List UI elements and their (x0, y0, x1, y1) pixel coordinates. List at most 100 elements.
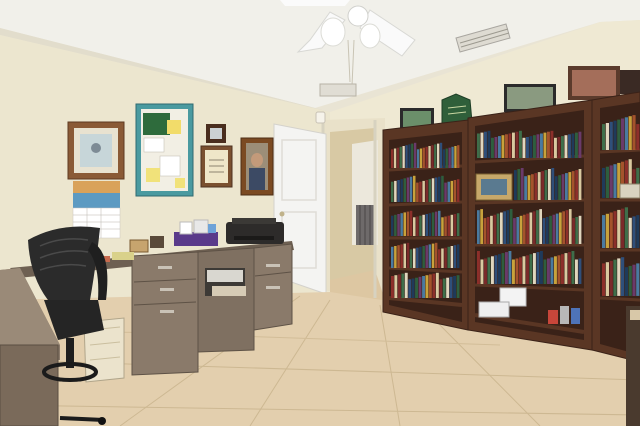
book-spine (457, 145, 460, 168)
book-spine (419, 246, 422, 268)
book-spine (431, 145, 434, 168)
book-spine (552, 214, 556, 244)
book-spine (578, 258, 582, 284)
book-spine (557, 137, 561, 158)
book-spine (451, 146, 454, 168)
book-spine (529, 212, 533, 244)
small-frame (206, 124, 226, 143)
book-spine (602, 263, 606, 296)
book-spine (425, 214, 428, 236)
book-spine (396, 147, 400, 168)
book-spine (437, 143, 440, 168)
book-spine (391, 149, 394, 168)
book-spine (543, 132, 547, 158)
book-spine (536, 252, 540, 284)
book-spine (628, 265, 632, 296)
book-spine (447, 246, 450, 268)
book-spine (480, 132, 484, 158)
book-spine (529, 136, 533, 158)
book-spine (575, 170, 578, 200)
book-spine (397, 245, 400, 268)
book-spine (416, 149, 420, 168)
book-spine (562, 211, 565, 244)
book-spine (444, 247, 447, 268)
book-spine (454, 146, 457, 168)
book-spine (415, 277, 418, 298)
book-spine (431, 243, 435, 268)
book-spine (456, 244, 460, 268)
book-spine (403, 212, 406, 236)
book-spine (406, 242, 410, 268)
office-room-photo (0, 0, 640, 426)
book-spine (522, 137, 526, 158)
book-spine (609, 260, 613, 296)
book-spine (519, 215, 523, 244)
book-spine (540, 133, 543, 158)
book-spine (503, 211, 506, 244)
book-spine (445, 148, 448, 168)
book-spine (617, 258, 621, 296)
book-spine (602, 215, 606, 248)
book-spine (397, 180, 400, 202)
book-spine (431, 178, 435, 202)
book-spine (400, 213, 403, 236)
book-spine (522, 214, 526, 244)
book-spine (526, 255, 529, 284)
book-spine (441, 175, 444, 202)
book-spine (409, 176, 413, 202)
book-spine (425, 275, 429, 298)
book-spine (414, 142, 417, 168)
book-spine (554, 137, 557, 158)
book-spine (508, 133, 512, 158)
book-spine (428, 146, 431, 168)
book-spine (550, 257, 554, 284)
book-spine (391, 246, 394, 268)
book-spine (456, 213, 460, 236)
book-spine (564, 253, 568, 284)
book-spine (411, 143, 414, 168)
book-spine (450, 246, 454, 268)
book-spine (487, 257, 491, 284)
book-spine (531, 174, 534, 200)
printer (226, 218, 284, 244)
book-spine (498, 254, 501, 284)
book-spine (400, 179, 403, 202)
book-spine (401, 273, 405, 298)
book-spine (413, 175, 416, 202)
book-spine (501, 253, 505, 284)
book-spine (613, 164, 617, 198)
book-spine (394, 275, 398, 298)
bulletin-board (135, 103, 194, 197)
book-spine (439, 142, 443, 168)
book-spine (533, 253, 536, 284)
book-spine (416, 182, 419, 202)
book-spine (514, 170, 517, 200)
book-spine (419, 215, 422, 236)
book-spine (613, 120, 617, 150)
thermostat (315, 111, 326, 124)
book-spine (524, 176, 527, 200)
shelf-photo-frame (475, 173, 513, 201)
book-spine (554, 176, 558, 200)
book-spine (406, 177, 410, 202)
book-spine (425, 180, 428, 202)
hallway-opening (321, 118, 385, 300)
book-spine (411, 278, 415, 298)
book-spine (434, 144, 437, 168)
book-spine (441, 217, 444, 236)
book-spine (565, 173, 568, 200)
book-spine (438, 249, 441, 268)
book-spine (491, 256, 494, 284)
book-spine (636, 124, 640, 150)
book-spine (448, 147, 451, 168)
book-spine (397, 214, 400, 236)
book-spine (453, 214, 457, 236)
book-spine (547, 258, 550, 284)
book-spine (419, 148, 423, 168)
book-spine (505, 134, 508, 158)
book-spine (571, 133, 575, 158)
book-spine (438, 210, 441, 236)
book-spine (628, 217, 632, 248)
book-spine (432, 273, 436, 298)
book-spine (557, 255, 561, 284)
